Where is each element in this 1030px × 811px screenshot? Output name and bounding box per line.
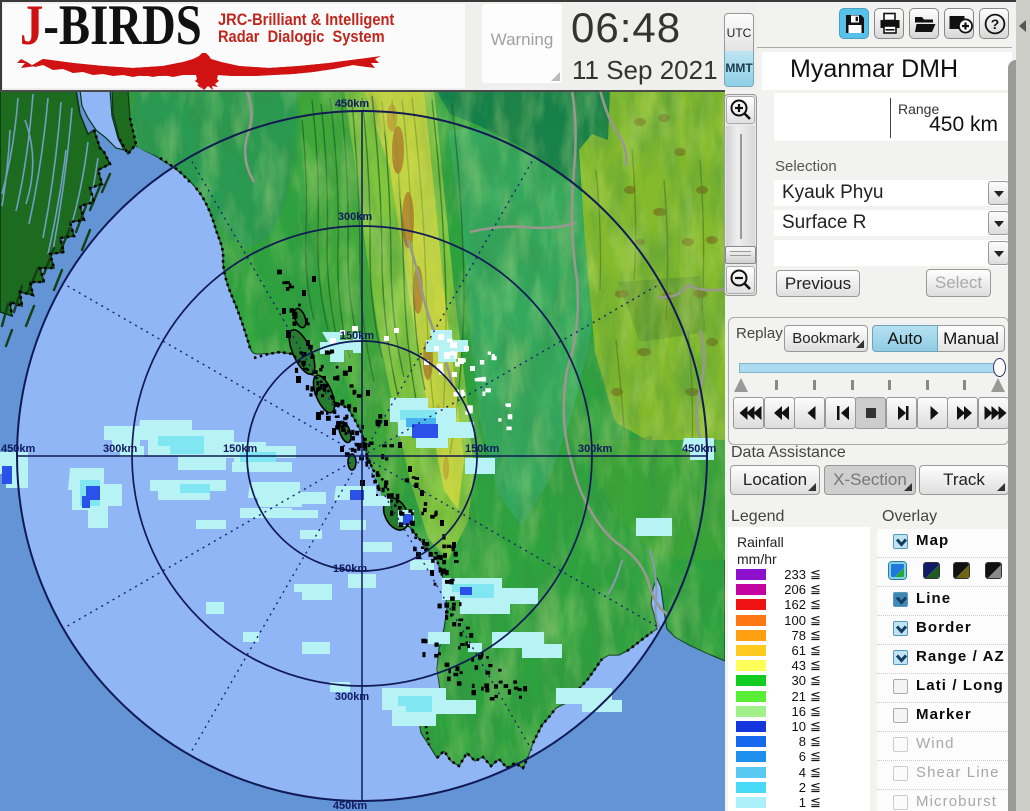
svg-text:150km: 150km: [223, 443, 257, 455]
svg-text:150km: 150km: [465, 443, 499, 455]
svg-text:450km: 450km: [335, 98, 369, 110]
svg-text:300km: 300km: [335, 691, 369, 703]
svg-text:300km: 300km: [338, 211, 372, 223]
svg-text:450km: 450km: [1, 443, 35, 455]
svg-text:150km: 150km: [333, 563, 367, 575]
svg-text:150km: 150km: [340, 330, 374, 342]
svg-text:?: ?: [991, 16, 1000, 32]
svg-text:450km: 450km: [682, 443, 716, 455]
svg-text:300km: 300km: [578, 443, 612, 455]
svg-text:300km: 300km: [103, 443, 137, 455]
svg-text:450km: 450km: [333, 800, 367, 811]
